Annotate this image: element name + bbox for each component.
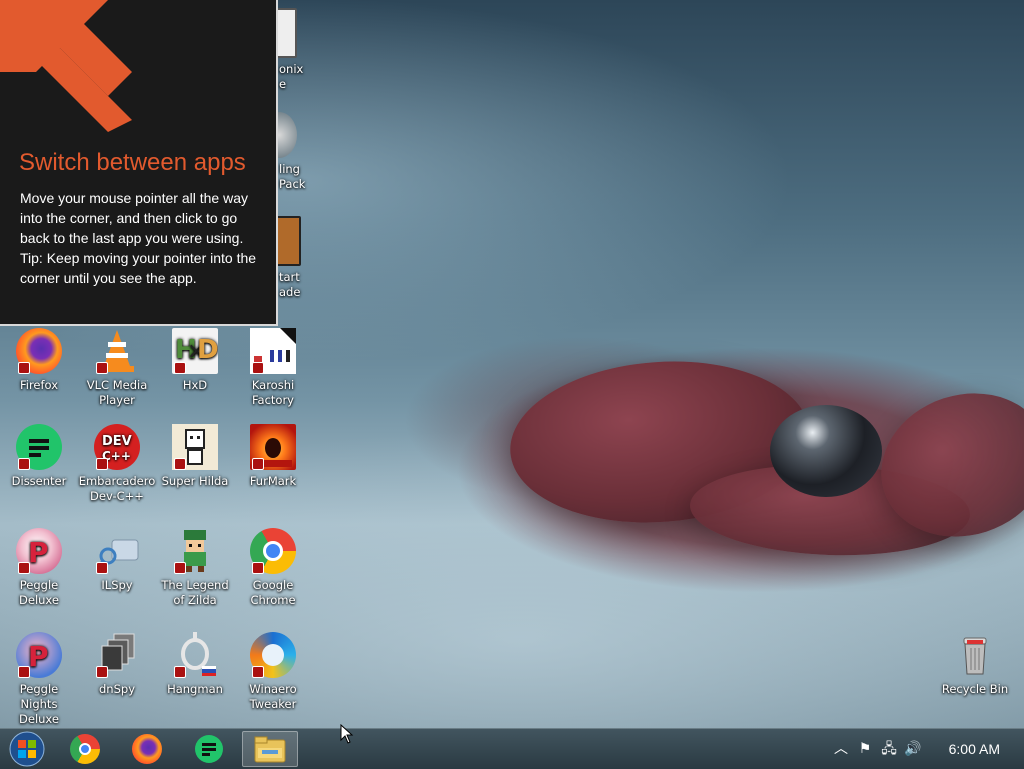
desktop-icon-legend-of-zilda[interactable]: The Legend of Zilda (156, 528, 234, 608)
chrome-center (263, 541, 283, 561)
start-button[interactable] (2, 731, 52, 767)
taskbar-firefox[interactable] (122, 731, 172, 767)
tip-body-line: Tip: Keep moving your pointer into the c… (20, 250, 257, 286)
firefox-icon (132, 734, 162, 764)
winaero-center (262, 644, 284, 666)
peggle-icon: P (16, 528, 62, 574)
vlc-cone-icon (94, 328, 140, 374)
desktop-icon-recycle-bin[interactable]: Recycle Bin (936, 632, 1014, 697)
svg-text:P: P (28, 536, 49, 569)
taskbar-clock[interactable]: 6:00 AM (949, 741, 1000, 757)
desktop-icon-furmark[interactable]: FurMark (234, 424, 312, 489)
shortcut-arrow-icon (18, 562, 30, 574)
winaero-icon (250, 632, 296, 678)
file-explorer-icon (254, 736, 286, 763)
desktop-icon-firefox[interactable]: Firefox (0, 328, 78, 393)
furmark-icon (250, 424, 296, 470)
chrome-icon (70, 734, 100, 764)
shortcut-arrow-icon (252, 458, 264, 470)
svg-text:DEV: DEV (102, 434, 132, 449)
water-drop (770, 405, 882, 497)
desktop-icon-dnspy[interactable]: dnSpy (78, 632, 156, 697)
desktop-icon-hxd[interactable]: H × D HxD (156, 328, 234, 393)
peggle-nights-icon: P (16, 632, 62, 678)
svg-text:D: D (197, 335, 218, 365)
shortcut-arrow-icon (174, 362, 186, 374)
shortcut-arrow-icon (174, 458, 186, 470)
shortcut-arrow-icon (174, 666, 186, 678)
shortcut-arrow-icon (174, 562, 186, 574)
network-icon[interactable]: 🖧 (880, 740, 898, 758)
desktop-icon-devcpp[interactable]: DEV C++ Embarcadero Dev-C++ (78, 424, 156, 504)
shortcut-arrow-icon (18, 458, 30, 470)
chrome-center (79, 743, 91, 755)
recycle-bin-icon (952, 632, 998, 678)
shortcut-arrow-icon (18, 362, 30, 374)
tip-title: Switch between apps (19, 149, 246, 176)
tip-body: Move your mouse pointer all the way into… (20, 188, 260, 288)
svg-text:P: P (28, 640, 49, 673)
mouse-cursor-icon (340, 724, 354, 744)
taskbar-chrome[interactable] (60, 731, 110, 767)
desktop-icon-dissenter[interactable]: Dissenter (0, 424, 78, 489)
firefox-icon (16, 328, 62, 374)
zilda-icon (172, 528, 218, 574)
shortcut-arrow-icon (96, 458, 108, 470)
shortcut-arrow-icon (96, 562, 108, 574)
taskbar-dissenter[interactable] (184, 731, 234, 767)
desktop-icon-ilspy[interactable]: ILSpy (78, 528, 156, 593)
shortcut-arrow-icon (18, 666, 30, 678)
shortcut-arrow-icon (252, 666, 264, 678)
shortcut-arrow-icon (96, 362, 108, 374)
desktop-icon-peggle-nights-deluxe[interactable]: P Peggle Nights Deluxe (0, 632, 78, 727)
switch-apps-tip-panel: Switch between apps Move your mouse poin… (0, 0, 278, 326)
shortcut-arrow-icon (252, 362, 264, 374)
shortcut-arrow-icon (96, 666, 108, 678)
action-center-flag-icon[interactable]: ⚑ (856, 740, 874, 758)
corner-arrow-icon (0, 0, 140, 139)
tip-body-line: Move your mouse pointer all the way into… (20, 190, 248, 246)
devcpp-icon: DEV C++ (94, 424, 140, 470)
hxd-icon: H × D (172, 328, 219, 374)
desktop-icon-super-hilda[interactable]: Super Hilda (156, 424, 234, 489)
desktop-icon-peggle-deluxe[interactable]: P Peggle Deluxe (0, 528, 78, 608)
start-orb-icon (9, 731, 45, 767)
dissenter-icon (16, 424, 62, 470)
desktop-icon-karoshi-factory[interactable]: Karoshi Factory (234, 328, 312, 408)
chrome-icon (250, 528, 296, 574)
desktop-icon-google-chrome[interactable]: Google Chrome (234, 528, 312, 608)
desktop-icon-winaero-tweaker[interactable]: Winaero Tweaker (234, 632, 312, 712)
dissenter-icon (195, 735, 223, 763)
volume-icon[interactable]: 🔊 (904, 740, 922, 758)
show-hidden-icons-chevron-icon[interactable]: ︿ (832, 740, 850, 758)
shortcut-arrow-icon (252, 562, 264, 574)
desktop-icon-hangman[interactable]: Hangman (156, 632, 234, 697)
dnspy-icon (94, 632, 140, 678)
desktop-icon-vlc[interactable]: VLC Media Player (78, 328, 156, 408)
karoshi-icon (250, 328, 296, 374)
taskbar: ︿ ⚑ 🖧 🔊 6:00 AM (0, 728, 1024, 769)
hangman-noose-icon (172, 632, 218, 678)
super-hilda-icon (172, 424, 218, 470)
ilspy-icon (94, 528, 140, 574)
taskbar-file-explorer[interactable] (242, 731, 298, 767)
